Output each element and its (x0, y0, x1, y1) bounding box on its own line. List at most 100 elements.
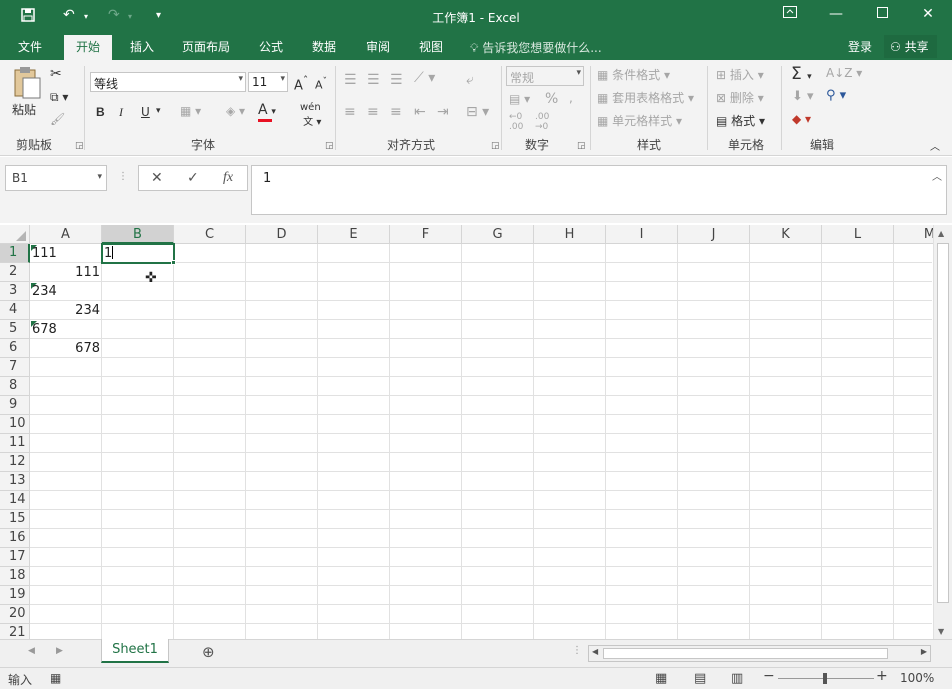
cell-A1[interactable]: 111 (30, 245, 102, 264)
increase-font-icon[interactable]: Aˆ (294, 74, 308, 93)
row-header-5[interactable]: 5 (0, 320, 30, 339)
font-launcher-icon[interactable]: ◲ (325, 141, 334, 151)
column-header-C[interactable]: C (174, 225, 246, 244)
row-header-10[interactable]: 10 (0, 415, 30, 434)
minimize-icon[interactable]: — (813, 6, 859, 22)
page-break-view-icon[interactable]: ▥ (731, 671, 743, 686)
tell-me-box[interactable]: 💡︎ 告诉我您想要做什么... (470, 39, 602, 56)
collapse-ribbon-icon[interactable]: ︿ (930, 138, 940, 153)
spreadsheet-grid[interactable]: ABCDEFGHIJKLM 1 2 3 4 5 6 7 8 9 10 11 12 13 14 15 16 17 1… (0, 225, 952, 639)
vertical-scrollbar[interactable]: ▲ ▼ (933, 225, 952, 639)
tab-data[interactable]: 数据 (312, 38, 336, 55)
accounting-format-icon[interactable]: ▤ ▾ (509, 92, 530, 106)
decrease-font-icon[interactable]: Aˇ (315, 76, 327, 92)
row-header-18[interactable]: 18 (0, 567, 30, 586)
column-header-A[interactable]: A (30, 225, 102, 244)
name-box[interactable]: B1 ▾ (5, 165, 107, 191)
row-header-17[interactable]: 17 (0, 548, 30, 567)
phonetic-icon[interactable]: wén 文 ▾ (300, 102, 321, 128)
merge-center-icon[interactable]: ⊟ ▾ (466, 104, 489, 120)
zoom-out-icon[interactable]: − (763, 668, 775, 684)
sheet-tab[interactable]: Sheet1 (101, 639, 169, 663)
column-header-D[interactable]: D (246, 225, 318, 244)
column-header-H[interactable]: H (534, 225, 606, 244)
column-header-L[interactable]: L (822, 225, 894, 244)
share-button[interactable]: ⚇ 共享 (884, 35, 937, 58)
tab-page-layout[interactable]: 页面布局 (182, 38, 230, 55)
align-top-icon[interactable]: ☰ (344, 72, 357, 88)
delete-cells-button[interactable]: ⊠ 删除 ▾ (716, 89, 764, 106)
column-header-F[interactable]: F (390, 225, 462, 244)
row-header-4[interactable]: 4 (0, 301, 30, 320)
increase-indent-icon[interactable]: ⇥ (437, 104, 449, 120)
tab-insert[interactable]: 插入 (130, 38, 154, 55)
page-layout-view-icon[interactable]: ▤ (694, 671, 706, 686)
align-middle-icon[interactable]: ☰ (367, 72, 380, 88)
insert-function-icon[interactable]: fx (223, 170, 233, 186)
tab-file[interactable]: 文件 (18, 38, 42, 55)
copy-icon[interactable]: ⧉ ▾ (50, 90, 68, 105)
column-header-B[interactable]: B (102, 225, 174, 244)
fill-icon[interactable]: ⬇ ▾ (792, 89, 814, 104)
cell-A2[interactable]: 111 (30, 264, 102, 283)
clear-icon[interactable]: ◆ ▾ (792, 112, 811, 126)
row-header-20[interactable]: 20 (0, 605, 30, 624)
select-all-corner[interactable] (0, 225, 30, 244)
format-as-table-button[interactable]: ▦ 套用表格格式 ▾ (597, 89, 694, 106)
number-format-combo[interactable]: 常规 ▾ (506, 66, 584, 86)
add-sheet-icon[interactable]: ⊕ (202, 643, 215, 661)
align-center-icon[interactable]: ≡ (367, 104, 379, 120)
column-header-I[interactable]: I (606, 225, 678, 244)
row-header-8[interactable]: 8 (0, 377, 30, 396)
cell-styles-button[interactable]: ▦ 单元格样式 ▾ (597, 112, 682, 129)
alignment-launcher-icon[interactable]: ◲ (491, 141, 500, 151)
cell-A3[interactable]: 234 (30, 283, 102, 302)
scroll-thumb[interactable] (937, 243, 949, 603)
row-header-6[interactable]: 6 (0, 339, 30, 358)
cell-A4[interactable]: 234 (30, 302, 102, 321)
align-right-icon[interactable]: ≡ (390, 104, 402, 120)
underline-button[interactable]: U (141, 105, 150, 119)
clipboard-launcher-icon[interactable]: ◲ (75, 141, 84, 151)
insert-cells-button[interactable]: ⊞ 插入 ▾ (716, 66, 764, 83)
formula-bar-splitter[interactable]: ⋮ (118, 171, 128, 182)
italic-button[interactable]: I (119, 105, 123, 120)
font-color-icon[interactable]: A ▾ (258, 102, 276, 122)
scroll-down-icon[interactable]: ▼ (938, 627, 944, 636)
row-header-15[interactable]: 15 (0, 510, 30, 529)
tab-review[interactable]: 审阅 (366, 38, 390, 55)
row-header-12[interactable]: 12 (0, 453, 30, 472)
column-header-K[interactable]: K (750, 225, 822, 244)
horizontal-scrollbar[interactable]: ◀ ▶ (588, 645, 931, 662)
cut-icon[interactable]: ✂ (50, 66, 62, 82)
scroll-thumb[interactable] (603, 648, 888, 659)
zoom-level[interactable]: 100% (900, 671, 934, 685)
find-select-icon[interactable]: ⚲ ▾ (826, 88, 846, 103)
comma-style-icon[interactable]: , (569, 91, 573, 105)
row-header-11[interactable]: 11 (0, 434, 30, 453)
next-sheet-icon[interactable]: ▶ (56, 646, 63, 656)
tab-view[interactable]: 视图 (419, 38, 443, 55)
enter-icon[interactable]: ✓ (187, 170, 199, 186)
sort-filter-icon[interactable]: A↓Z ▾ (826, 66, 862, 80)
format-painter-icon[interactable]: 🖌︎ (50, 112, 65, 126)
format-cells-button[interactable]: ▤ 格式 ▾ (716, 112, 765, 129)
autosum-icon[interactable]: Σ ▾ (791, 64, 812, 84)
font-name-combo[interactable]: 等线 ▾ (90, 72, 246, 92)
paste-button[interactable]: 粘贴 (12, 66, 42, 118)
align-left-icon[interactable]: ≡ (344, 104, 356, 120)
cell-A5[interactable]: 678 (30, 321, 102, 340)
column-header-G[interactable]: G (462, 225, 534, 244)
ribbon-display-icon[interactable] (767, 6, 813, 22)
cell-B1[interactable]: 1 (102, 245, 172, 264)
percent-button[interactable]: % (545, 91, 558, 107)
number-launcher-icon[interactable]: ◲ (577, 141, 586, 151)
column-header-J[interactable]: J (678, 225, 750, 244)
formula-input[interactable]: 1 ︿ (251, 165, 947, 215)
cell-A6[interactable]: 678 (30, 340, 102, 359)
row-header-7[interactable]: 7 (0, 358, 30, 377)
scroll-left-icon[interactable]: ◀ (592, 647, 598, 656)
row-header-1[interactable]: 1 (0, 244, 30, 263)
decrease-decimal-icon[interactable]: .00 →0 (535, 112, 549, 132)
font-size-combo[interactable]: 11 ▾ (248, 72, 288, 92)
